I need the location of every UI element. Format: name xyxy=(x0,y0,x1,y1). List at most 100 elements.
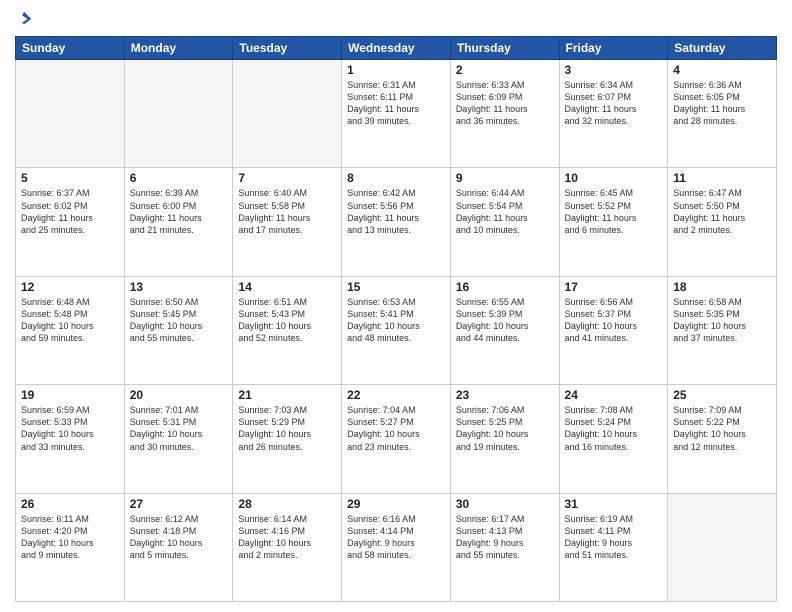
day-info: Sunrise: 6:47 AM Sunset: 5:50 PM Dayligh… xyxy=(673,187,771,236)
calendar-day-16: 16 Sunrise: 6:55 AM Sunset: 5:39 PM Dayli… xyxy=(450,276,559,384)
day-number: 1 xyxy=(347,63,445,77)
calendar-day-9: 9 Sunrise: 6:44 AM Sunset: 5:54 PM Daylig… xyxy=(450,168,559,276)
day-number: 7 xyxy=(238,171,336,185)
day-number: 11 xyxy=(673,171,771,185)
day-number: 21 xyxy=(238,388,336,402)
day-number: 16 xyxy=(456,280,554,294)
day-info: Sunrise: 6:42 AM Sunset: 5:56 PM Dayligh… xyxy=(347,187,445,236)
day-info: Sunrise: 6:33 AM Sunset: 6:09 PM Dayligh… xyxy=(456,79,554,128)
logo-icon xyxy=(15,10,33,28)
calendar-week-5: 26 Sunrise: 6:11 AM Sunset: 4:20 PM Dayli… xyxy=(16,493,777,601)
day-info: Sunrise: 6:56 AM Sunset: 5:37 PM Dayligh… xyxy=(565,296,663,345)
calendar-day-30: 30 Sunrise: 6:17 AM Sunset: 4:13 PM Dayli… xyxy=(450,493,559,601)
calendar-empty xyxy=(16,60,125,168)
day-info: Sunrise: 6:31 AM Sunset: 6:11 PM Dayligh… xyxy=(347,79,445,128)
day-number: 22 xyxy=(347,388,445,402)
col-header-monday: Monday xyxy=(124,37,233,60)
day-number: 18 xyxy=(673,280,771,294)
day-number: 3 xyxy=(565,63,663,77)
calendar-day-21: 21Sunrise: 7:03 AM Sunset: 5:29 PM Dayli… xyxy=(233,385,342,493)
day-number: 2 xyxy=(456,63,554,77)
day-number: 26 xyxy=(21,497,119,511)
day-info: Sunrise: 6:48 AM Sunset: 5:48 PM Dayligh… xyxy=(21,296,119,345)
calendar-week-3: 12 Sunrise: 6:48 AM Sunset: 5:48 PM Dayli… xyxy=(16,276,777,384)
day-info: Sunrise: 6:36 AM Sunset: 6:05 PM Dayligh… xyxy=(673,79,771,128)
calendar-week-1: 1 Sunrise: 6:31 AM Sunset: 6:11 PM Daylig… xyxy=(16,60,777,168)
calendar-day-15: 15 Sunrise: 6:53 AM Sunset: 5:41 PM Dayli… xyxy=(342,276,451,384)
day-info: Sunrise: 7:09 AM Sunset: 5:22 PM Dayligh… xyxy=(673,404,771,453)
day-number: 25 xyxy=(673,388,771,402)
calendar-table: SundayMondayTuesdayWednesdayThursdayFrid… xyxy=(15,36,777,602)
day-number: 24 xyxy=(565,388,663,402)
day-info: Sunrise: 6:40 AM Sunset: 5:58 PM Dayligh… xyxy=(238,187,336,236)
day-info: Sunrise: 6:50 AM Sunset: 5:45 PM Dayligh… xyxy=(130,296,228,345)
header xyxy=(15,10,777,28)
calendar-day-4: 4Sunrise: 6:36 AM Sunset: 6:05 PM Daylig… xyxy=(668,60,777,168)
calendar-day-13: 13Sunrise: 6:50 AM Sunset: 5:45 PM Dayli… xyxy=(124,276,233,384)
day-info: Sunrise: 7:01 AM Sunset: 5:31 PM Dayligh… xyxy=(130,404,228,453)
day-info: Sunrise: 6:45 AM Sunset: 5:52 PM Dayligh… xyxy=(565,187,663,236)
calendar-day-22: 22 Sunrise: 7:04 AM Sunset: 5:27 PM Dayli… xyxy=(342,385,451,493)
calendar-empty xyxy=(233,60,342,168)
calendar-day-17: 17Sunrise: 6:56 AM Sunset: 5:37 PM Dayli… xyxy=(559,276,668,384)
calendar-day-18: 18 Sunrise: 6:58 AM Sunset: 5:35 PM Dayli… xyxy=(668,276,777,384)
calendar-day-3: 3 Sunrise: 6:34 AM Sunset: 6:07 PM Daylig… xyxy=(559,60,668,168)
calendar-empty xyxy=(124,60,233,168)
day-number: 30 xyxy=(456,497,554,511)
calendar-day-28: 28Sunrise: 6:14 AM Sunset: 4:16 PM Dayli… xyxy=(233,493,342,601)
day-number: 27 xyxy=(130,497,228,511)
calendar-day-11: 11 Sunrise: 6:47 AM Sunset: 5:50 PM Dayli… xyxy=(668,168,777,276)
col-header-tuesday: Tuesday xyxy=(233,37,342,60)
calendar-day-10: 10 Sunrise: 6:45 AM Sunset: 5:52 PM Dayli… xyxy=(559,168,668,276)
calendar-day-1: 1 Sunrise: 6:31 AM Sunset: 6:11 PM Daylig… xyxy=(342,60,451,168)
calendar-day-29: 29 Sunrise: 6:16 AM Sunset: 4:14 PM Dayli… xyxy=(342,493,451,601)
calendar-day-24: 24 Sunrise: 7:08 AM Sunset: 5:24 PM Dayli… xyxy=(559,385,668,493)
day-number: 6 xyxy=(130,171,228,185)
day-number: 31 xyxy=(565,497,663,511)
calendar-day-6: 6Sunrise: 6:39 AM Sunset: 6:00 PM Daylig… xyxy=(124,168,233,276)
calendar-day-19: 19Sunrise: 6:59 AM Sunset: 5:33 PM Dayli… xyxy=(16,385,125,493)
day-info: Sunrise: 6:11 AM Sunset: 4:20 PM Dayligh… xyxy=(21,513,119,562)
day-info: Sunrise: 7:04 AM Sunset: 5:27 PM Dayligh… xyxy=(347,404,445,453)
calendar-day-5: 5Sunrise: 6:37 AM Sunset: 6:02 PM Daylig… xyxy=(16,168,125,276)
day-number: 8 xyxy=(347,171,445,185)
calendar-header-row: SundayMondayTuesdayWednesdayThursdayFrid… xyxy=(16,37,777,60)
day-info: Sunrise: 6:19 AM Sunset: 4:11 PM Dayligh… xyxy=(565,513,663,562)
calendar-day-14: 14 Sunrise: 6:51 AM Sunset: 5:43 PM Dayli… xyxy=(233,276,342,384)
calendar-day-31: 31 Sunrise: 6:19 AM Sunset: 4:11 PM Dayli… xyxy=(559,493,668,601)
day-number: 19 xyxy=(21,388,119,402)
day-number: 23 xyxy=(456,388,554,402)
calendar-day-27: 27 Sunrise: 6:12 AM Sunset: 4:18 PM Dayli… xyxy=(124,493,233,601)
col-header-saturday: Saturday xyxy=(668,37,777,60)
day-info: Sunrise: 6:16 AM Sunset: 4:14 PM Dayligh… xyxy=(347,513,445,562)
day-info: Sunrise: 6:34 AM Sunset: 6:07 PM Dayligh… xyxy=(565,79,663,128)
day-info: Sunrise: 6:12 AM Sunset: 4:18 PM Dayligh… xyxy=(130,513,228,562)
calendar-day-26: 26 Sunrise: 6:11 AM Sunset: 4:20 PM Dayli… xyxy=(16,493,125,601)
day-info: Sunrise: 6:55 AM Sunset: 5:39 PM Dayligh… xyxy=(456,296,554,345)
day-info: Sunrise: 6:17 AM Sunset: 4:13 PM Dayligh… xyxy=(456,513,554,562)
day-number: 10 xyxy=(565,171,663,185)
calendar-week-2: 5Sunrise: 6:37 AM Sunset: 6:02 PM Daylig… xyxy=(16,168,777,276)
col-header-friday: Friday xyxy=(559,37,668,60)
day-number: 20 xyxy=(130,388,228,402)
day-number: 12 xyxy=(21,280,119,294)
day-info: Sunrise: 6:51 AM Sunset: 5:43 PM Dayligh… xyxy=(238,296,336,345)
calendar-day-7: 7 Sunrise: 6:40 AM Sunset: 5:58 PM Daylig… xyxy=(233,168,342,276)
day-number: 9 xyxy=(456,171,554,185)
page: SundayMondayTuesdayWednesdayThursdayFrid… xyxy=(0,0,792,612)
day-number: 29 xyxy=(347,497,445,511)
day-info: Sunrise: 7:08 AM Sunset: 5:24 PM Dayligh… xyxy=(565,404,663,453)
col-header-wednesday: Wednesday xyxy=(342,37,451,60)
calendar-week-4: 19Sunrise: 6:59 AM Sunset: 5:33 PM Dayli… xyxy=(16,385,777,493)
calendar-day-25: 25 Sunrise: 7:09 AM Sunset: 5:22 PM Dayli… xyxy=(668,385,777,493)
calendar-day-8: 8 Sunrise: 6:42 AM Sunset: 5:56 PM Daylig… xyxy=(342,168,451,276)
day-info: Sunrise: 6:58 AM Sunset: 5:35 PM Dayligh… xyxy=(673,296,771,345)
day-number: 14 xyxy=(238,280,336,294)
day-info: Sunrise: 6:53 AM Sunset: 5:41 PM Dayligh… xyxy=(347,296,445,345)
day-info: Sunrise: 6:44 AM Sunset: 5:54 PM Dayligh… xyxy=(456,187,554,236)
calendar-day-20: 20 Sunrise: 7:01 AM Sunset: 5:31 PM Dayli… xyxy=(124,385,233,493)
logo xyxy=(15,10,35,28)
calendar-empty xyxy=(668,493,777,601)
calendar-day-23: 23Sunrise: 7:06 AM Sunset: 5:25 PM Dayli… xyxy=(450,385,559,493)
day-number: 15 xyxy=(347,280,445,294)
